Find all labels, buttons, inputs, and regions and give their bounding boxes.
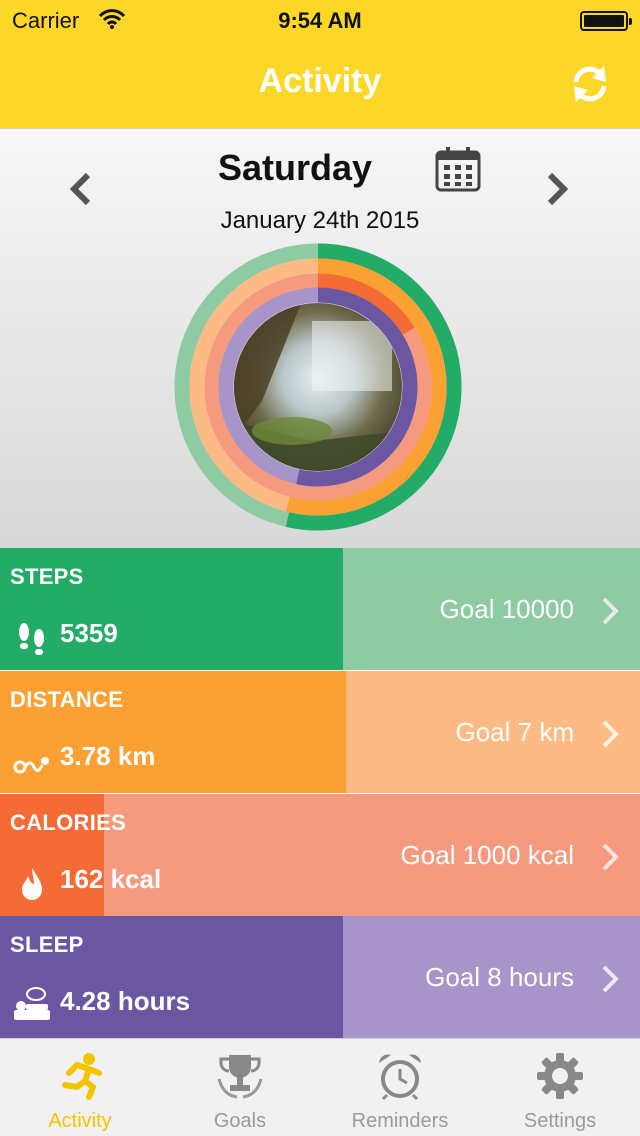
distance-value: 3.78 km xyxy=(60,741,156,771)
status-time: 9:54 AM xyxy=(278,8,362,33)
chevron-right-icon xyxy=(602,965,619,993)
page-title: Activity xyxy=(258,62,382,100)
day-name: Saturday xyxy=(217,147,373,188)
footprints-icon xyxy=(19,623,44,655)
alarm-clock-icon xyxy=(379,1054,421,1101)
day-panel: Saturday January 24th 2015 xyxy=(0,128,640,548)
chevron-right-icon xyxy=(602,843,619,871)
tab-activity[interactable]: Activity xyxy=(0,1039,160,1136)
distance-row[interactable]: DISTANCE 3.78 km Goal 7 km xyxy=(0,671,640,793)
tab-label: Reminders xyxy=(351,1110,449,1132)
steps-row[interactable]: STEPS 5359 Goal 10000 xyxy=(0,548,640,670)
calories-row[interactable]: CALORIES 162 kcal Goal 1000 kcal xyxy=(0,794,640,916)
top-bar: Carrier 9:54 AM Activity xyxy=(0,0,640,128)
sleep-value: 4.28 hours xyxy=(60,986,191,1016)
sleep-goal: Goal 8 hours xyxy=(425,962,574,992)
date-label: January 24th 2015 xyxy=(220,207,420,234)
tab-reminders[interactable]: Reminders xyxy=(320,1039,480,1136)
calories-goal: Goal 1000 kcal xyxy=(400,840,574,870)
steps-goal: Goal 10000 xyxy=(439,594,574,624)
steps-value: 5359 xyxy=(60,618,118,648)
flame-icon xyxy=(22,868,42,900)
tab-bar: Activity Goals Reminders Settings xyxy=(0,1038,640,1136)
trophy-icon xyxy=(217,1055,263,1099)
sleeping-person-icon xyxy=(14,987,50,1020)
tab-goals[interactable]: Goals xyxy=(160,1039,320,1136)
sleep-label: SLEEP xyxy=(10,932,84,957)
refresh-icon[interactable] xyxy=(568,62,612,106)
calories-value: 162 kcal xyxy=(60,864,162,894)
distance-label: DISTANCE xyxy=(10,687,124,712)
calories-label: CALORIES xyxy=(10,810,127,835)
calendar-icon[interactable] xyxy=(434,145,482,193)
status-bar: Carrier 9:54 AM xyxy=(0,0,640,40)
tab-label: Settings xyxy=(523,1110,597,1132)
next-day-button[interactable] xyxy=(540,167,576,211)
activity-rings xyxy=(174,243,462,531)
tab-settings[interactable]: Settings xyxy=(480,1039,640,1136)
battery-icon xyxy=(580,11,632,31)
distance-goal: Goal 7 km xyxy=(455,717,575,747)
chevron-right-icon xyxy=(602,597,619,625)
sleep-row[interactable]: SLEEP 4.28 hours Goal 8 hours xyxy=(0,916,640,1038)
tab-label: Goals xyxy=(213,1110,267,1132)
runner-icon xyxy=(62,1053,102,1100)
tab-label: Activity xyxy=(48,1110,112,1132)
chevron-right-icon xyxy=(602,720,619,748)
route-icon xyxy=(13,757,49,774)
steps-label: STEPS xyxy=(10,564,84,589)
gear-icon xyxy=(537,1053,583,1099)
